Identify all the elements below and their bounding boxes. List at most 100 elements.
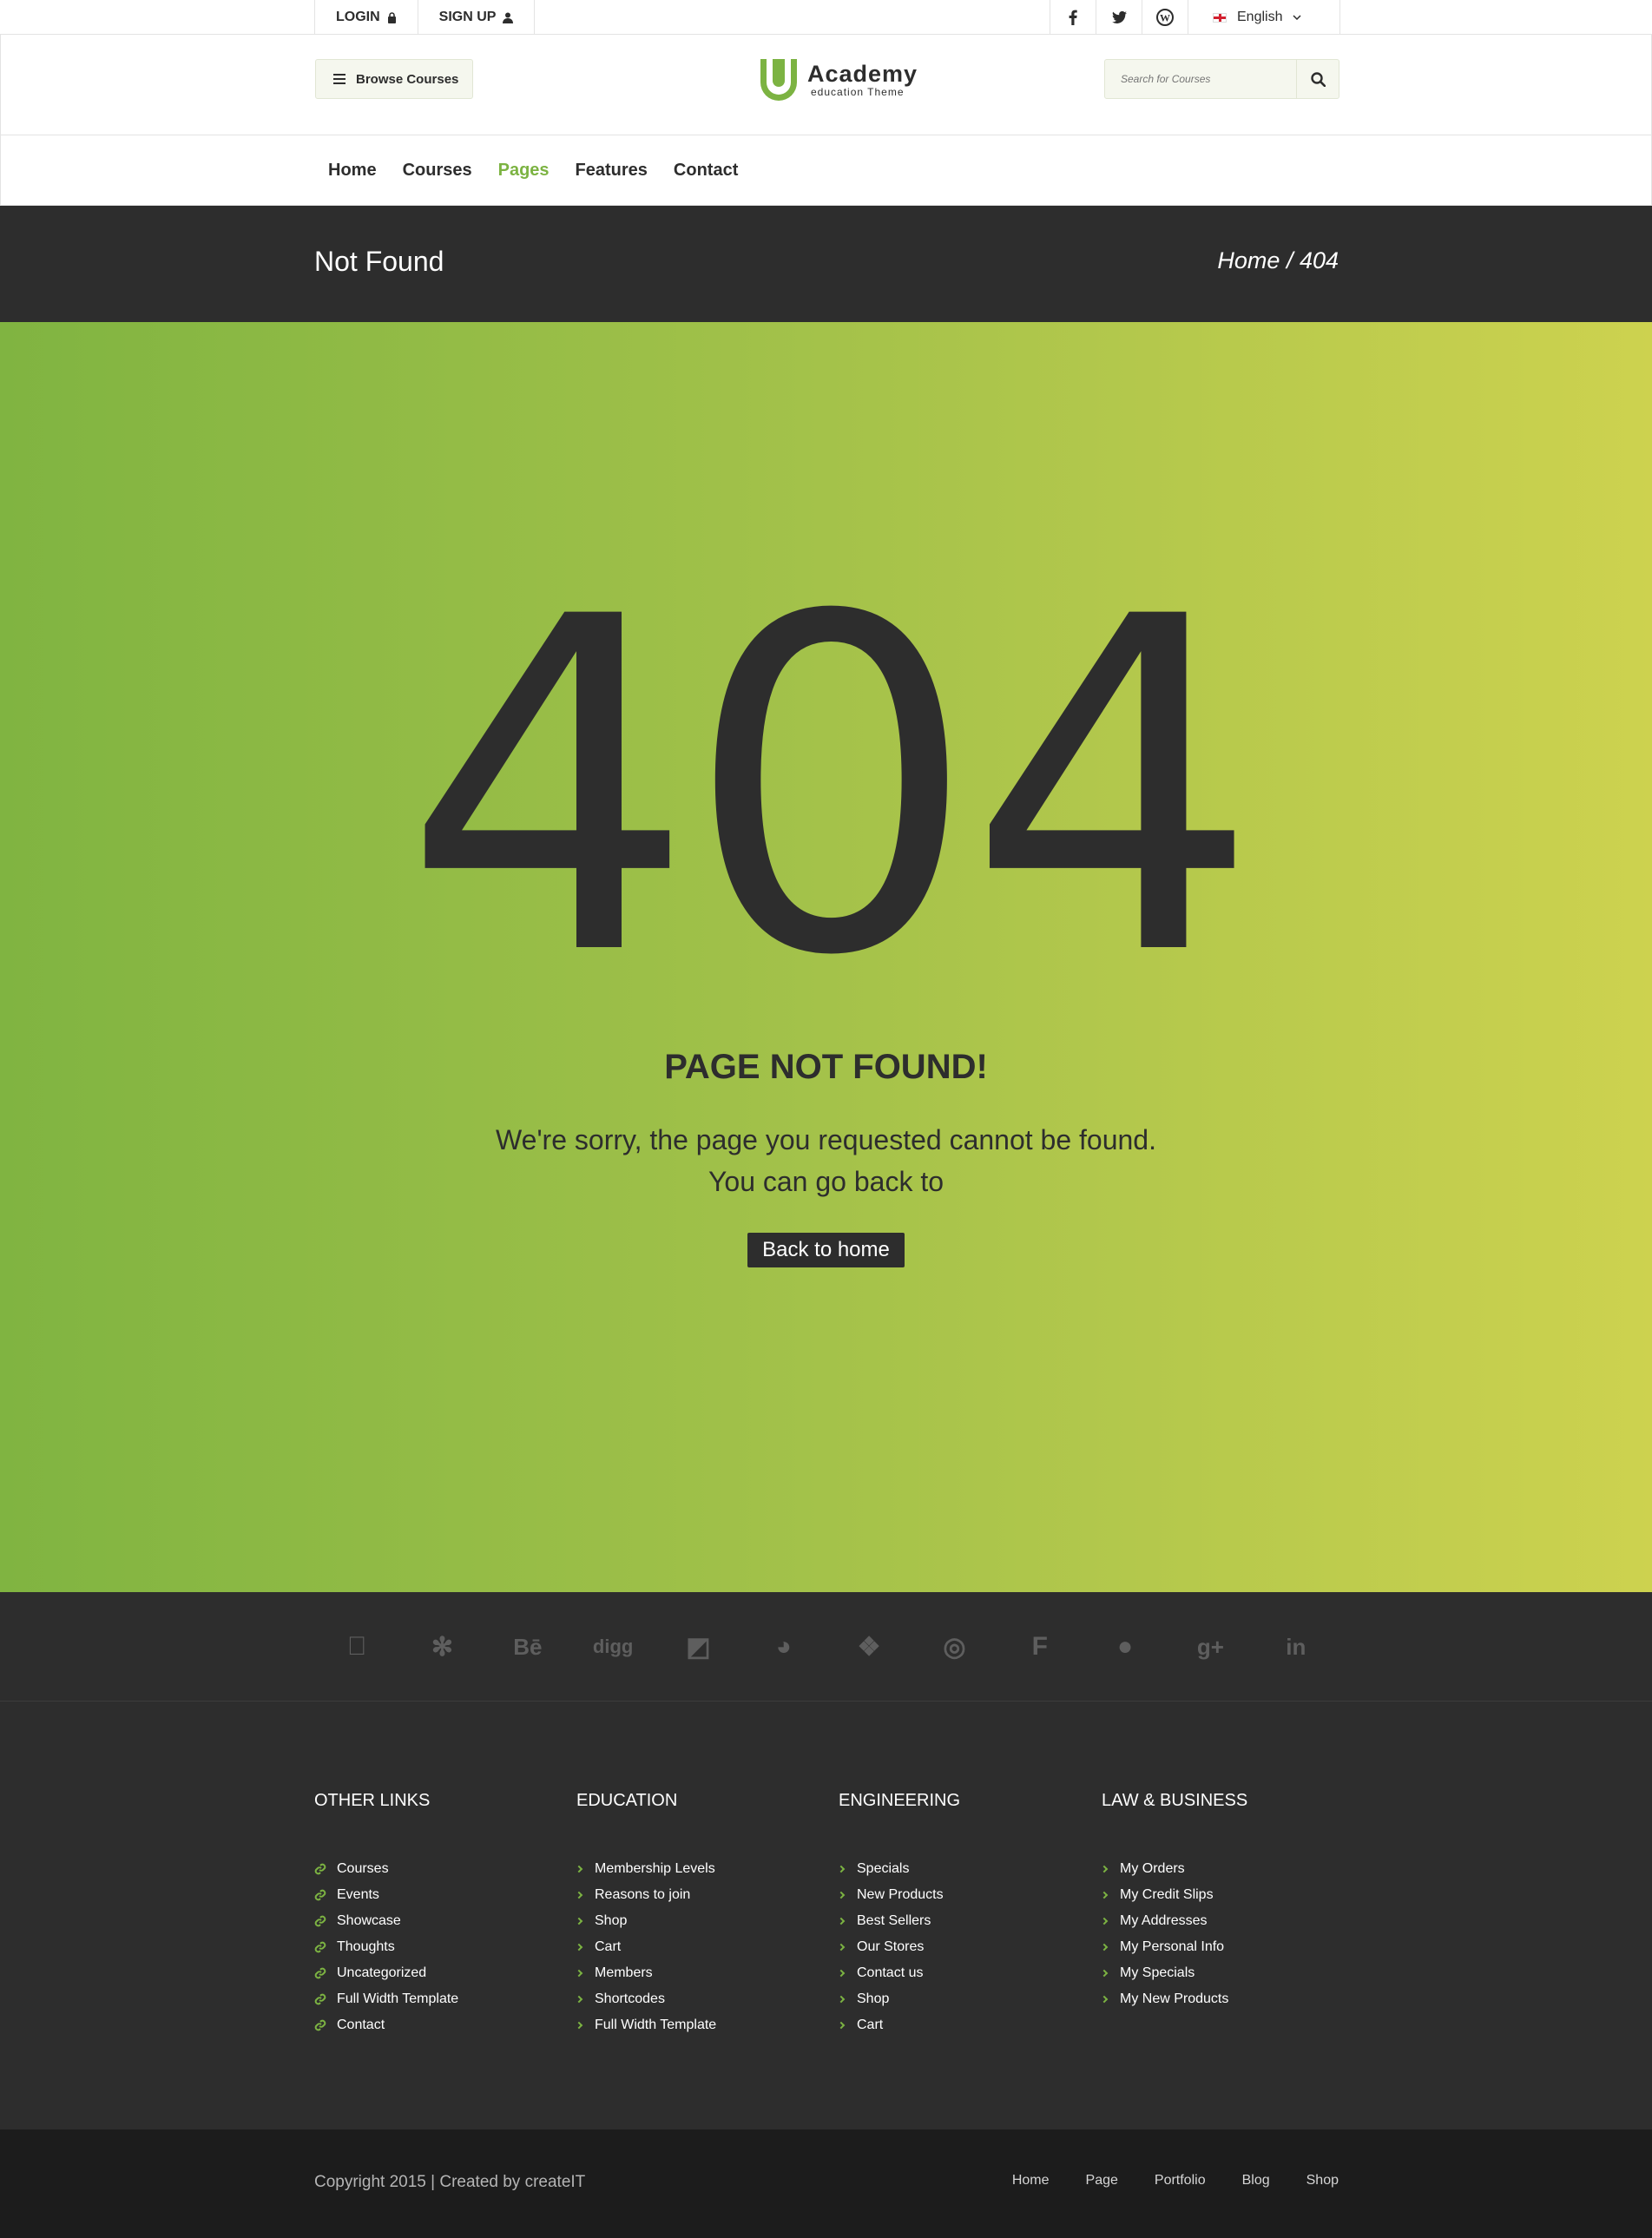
footer-link-label: Specials bbox=[857, 1861, 910, 1876]
github-link[interactable]: ● bbox=[1083, 1592, 1168, 1702]
footer-link-label: Our Stores bbox=[857, 1939, 925, 1954]
digg-link[interactable]: digg bbox=[570, 1592, 655, 1702]
footer-link[interactable]: Membership Levels bbox=[575, 1856, 828, 1882]
bottom-link-shop[interactable]: Shop bbox=[1270, 2173, 1339, 2189]
footer-link[interactable]: Reasons to join bbox=[575, 1882, 828, 1908]
footer-link-label: Cart bbox=[857, 2017, 884, 2032]
search-icon bbox=[1310, 71, 1326, 87]
footer-link[interactable]: Uncategorized bbox=[314, 1960, 566, 1986]
bottom-link-home[interactable]: Home bbox=[976, 2173, 1050, 2189]
back-to-home-button[interactable]: Back to home bbox=[747, 1233, 905, 1267]
login-link[interactable]: LOGIN bbox=[314, 0, 418, 35]
signup-link[interactable]: SIGN UP bbox=[417, 0, 536, 35]
drupal-link[interactable]: ◕ bbox=[741, 1592, 826, 1702]
footer-link-label: Reasons to join bbox=[595, 1887, 691, 1902]
yelp-link[interactable]: ✻ bbox=[399, 1592, 484, 1702]
nav-item-pages[interactable]: Pages bbox=[485, 161, 563, 181]
language-selector[interactable]: English bbox=[1188, 0, 1340, 35]
foursquare-link[interactable]: F bbox=[997, 1592, 1083, 1702]
top-bar: LOGIN SIGN UP W English bbox=[0, 0, 1652, 35]
footer-link[interactable]: My Orders bbox=[1100, 1856, 1353, 1882]
behance-link[interactable]: Bē bbox=[485, 1592, 570, 1702]
facebook-link[interactable] bbox=[1050, 0, 1096, 35]
site-logo[interactable]: Academy education Theme bbox=[759, 57, 918, 102]
nav-item-courses[interactable]: Courses bbox=[390, 161, 485, 181]
footer-link[interactable]: Full Width Template bbox=[575, 2012, 828, 2038]
footer-link[interactable]: Shortcodes bbox=[575, 1986, 828, 2012]
footer-link[interactable]: My Addresses bbox=[1100, 1908, 1353, 1934]
footer-link-label: My Orders bbox=[1120, 1861, 1185, 1876]
bottom-link-page[interactable]: Page bbox=[1050, 2173, 1118, 2189]
chevron-right-icon bbox=[1100, 1917, 1109, 1925]
footer-link[interactable]: Thoughts bbox=[314, 1934, 566, 1960]
chevron-right-icon bbox=[575, 2021, 583, 2030]
footer-column-law-business: LAW & BUSINESS My Orders My Credit Slips My… bbox=[1100, 1791, 1353, 2012]
footer-link[interactable]: Shop bbox=[837, 1986, 1090, 2012]
footer-link[interactable]: Courses bbox=[314, 1856, 566, 1882]
error-message-line-2: You can go back to bbox=[708, 1166, 944, 1197]
footer-link-label: Best Sellers bbox=[857, 1913, 931, 1928]
footer-link[interactable]: Contact us bbox=[837, 1960, 1090, 1986]
logo-title: Academy bbox=[807, 61, 918, 87]
nav-item-features[interactable]: Features bbox=[563, 161, 661, 181]
twitter-link[interactable] bbox=[1096, 0, 1142, 35]
linkedin-link[interactable]: in bbox=[1254, 1592, 1339, 1702]
footer-link-label: Uncategorized bbox=[337, 1965, 427, 1980]
footer-link[interactable]: Members bbox=[575, 1960, 828, 1986]
menu-icon bbox=[333, 74, 346, 84]
footer-column-title: LAW & BUSINESS bbox=[1102, 1791, 1248, 1810]
login-label: LOGIN bbox=[336, 10, 380, 24]
footer-link[interactable]: My Specials bbox=[1100, 1960, 1353, 1986]
twitter-icon bbox=[1111, 11, 1127, 23]
link-icon bbox=[314, 2019, 326, 2031]
footer-link[interactable]: Cart bbox=[575, 1934, 828, 1960]
delicious-link[interactable]: ◩ bbox=[655, 1592, 740, 1702]
error-message: We're sorry, the page you requested cann… bbox=[0, 1119, 1652, 1202]
dropbox-link[interactable]: ❖ bbox=[826, 1592, 912, 1702]
chevron-right-icon bbox=[837, 1917, 846, 1925]
apple-link[interactable]:  bbox=[314, 1592, 399, 1702]
footer-link[interactable]: Contact bbox=[314, 2012, 566, 2038]
search-input[interactable] bbox=[1105, 60, 1296, 98]
footer-link[interactable]: Full Width Template bbox=[314, 1986, 566, 2012]
nav-item-home[interactable]: Home bbox=[315, 161, 390, 181]
chevron-down-icon bbox=[1293, 15, 1302, 20]
footer-link[interactable]: My Personal Info bbox=[1100, 1934, 1353, 1960]
dropbox-icon: ❖ bbox=[857, 1632, 881, 1662]
bottom-link-portfolio[interactable]: Portfolio bbox=[1118, 2173, 1206, 2189]
browse-courses-label: Browse Courses bbox=[356, 71, 459, 87]
breadcrumb[interactable]: Home / 404 bbox=[1217, 247, 1339, 274]
social-icons-strip:  ✻ Bē digg ◩ ◕ ❖ ◎ F ● g+ in bbox=[0, 1592, 1652, 1702]
footer-link[interactable]: Specials bbox=[837, 1856, 1090, 1882]
language-label: English bbox=[1237, 10, 1283, 24]
error-code: 404 bbox=[402, 520, 1260, 1056]
foursquare-icon: F bbox=[1031, 1632, 1048, 1661]
drupal-icon: ◕ bbox=[775, 1632, 792, 1661]
footer-link-label: Contact bbox=[337, 2017, 385, 2032]
wordpress-link[interactable]: W bbox=[1142, 0, 1188, 35]
footer-link[interactable]: Cart bbox=[837, 2012, 1090, 2038]
chevron-right-icon bbox=[837, 1943, 846, 1952]
signup-label: SIGN UP bbox=[438, 10, 497, 24]
course-search bbox=[1104, 59, 1339, 99]
footer-link[interactable]: My New Products bbox=[1100, 1986, 1353, 2012]
footer-link-label: My New Products bbox=[1120, 1991, 1229, 2006]
footer-link[interactable]: Showcase bbox=[314, 1908, 566, 1934]
browse-courses-button[interactable]: Browse Courses bbox=[315, 59, 473, 99]
google-plus-link[interactable]: g+ bbox=[1168, 1592, 1253, 1702]
link-icon bbox=[314, 1967, 326, 1979]
main-navigation: Home Courses Pages Features Contact bbox=[0, 135, 1652, 206]
footer-link[interactable]: Best Sellers bbox=[837, 1908, 1090, 1934]
dribbble-link[interactable]: ◎ bbox=[912, 1592, 997, 1702]
site-header: Browse Courses Academy education Theme bbox=[0, 35, 1652, 135]
search-button[interactable] bbox=[1296, 60, 1339, 98]
nav-item-contact[interactable]: Contact bbox=[661, 161, 751, 181]
page-title: Not Found bbox=[314, 246, 444, 277]
footer-link[interactable]: Our Stores bbox=[837, 1934, 1090, 1960]
user-icon bbox=[503, 12, 514, 23]
footer-link[interactable]: Shop bbox=[575, 1908, 828, 1934]
footer-link[interactable]: My Credit Slips bbox=[1100, 1882, 1353, 1908]
footer-link[interactable]: Events bbox=[314, 1882, 566, 1908]
footer-link[interactable]: New Products bbox=[837, 1882, 1090, 1908]
bottom-link-blog[interactable]: Blog bbox=[1206, 2173, 1270, 2189]
